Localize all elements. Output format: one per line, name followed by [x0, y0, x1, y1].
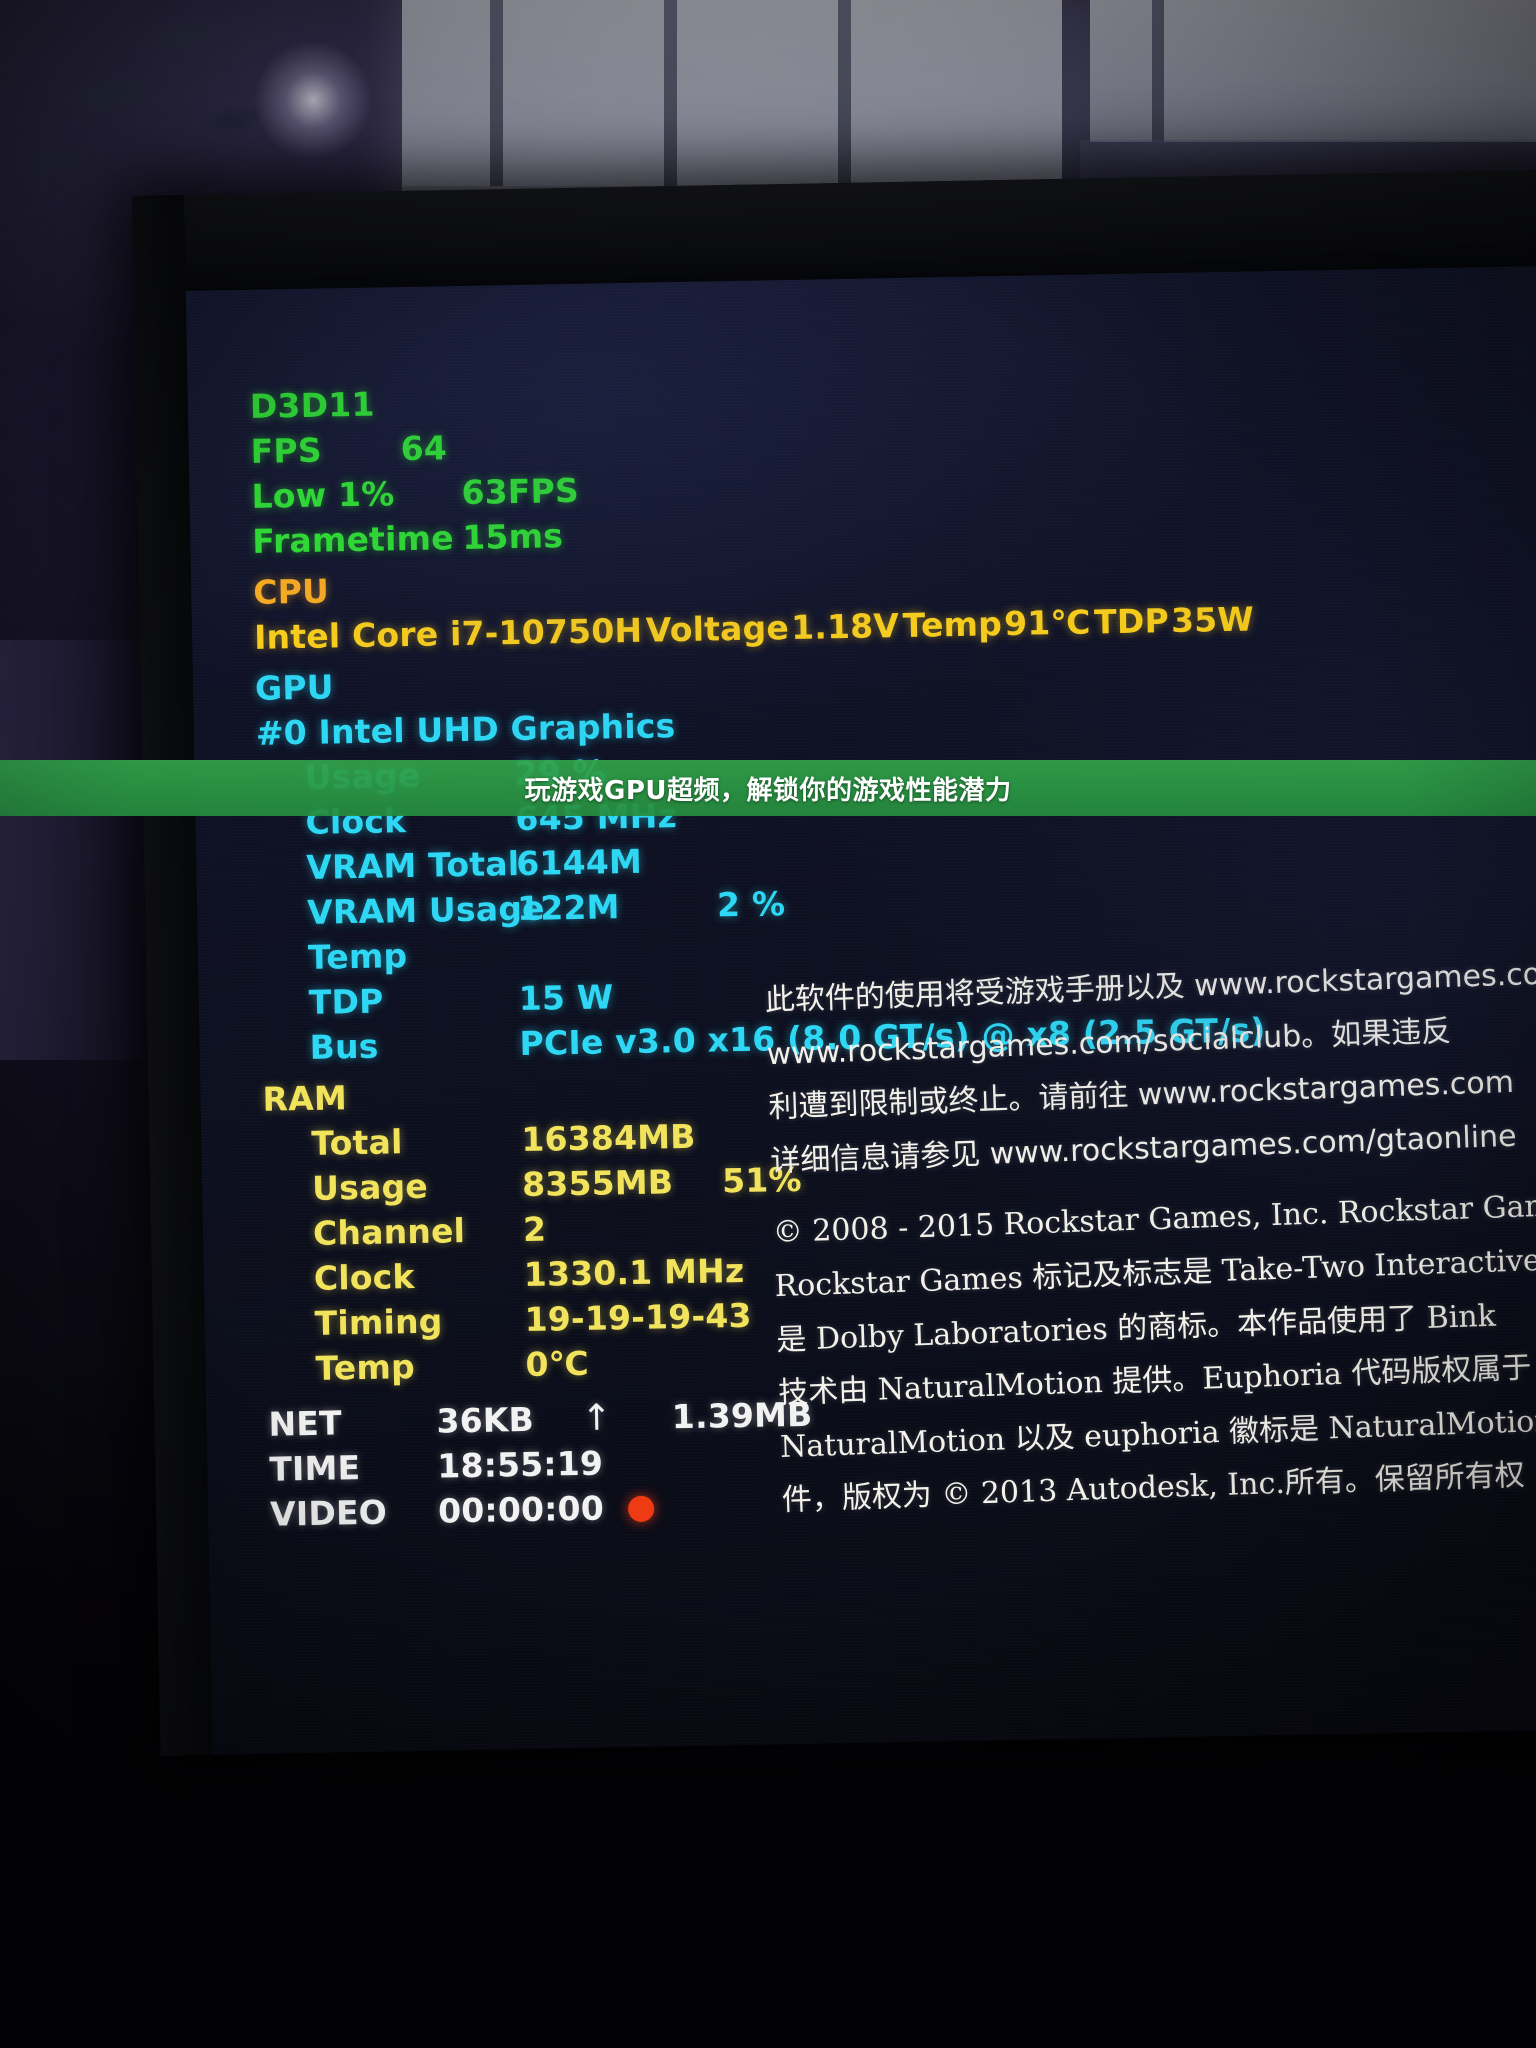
gpu-stat-value — [518, 961, 718, 965]
ram-stat-label: Usage — [311, 1166, 429, 1208]
cpu-name: Intel Core i7-10750H — [253, 610, 643, 657]
gpu-stat-value: PCIe v3.0 x16 (8.0 GT/s) @ x8 (2.5 GT/s) — [519, 1010, 1266, 1064]
window-mullion — [1152, 0, 1164, 142]
frametime-value: 15ms — [461, 516, 564, 558]
ram-stat-label: Channel — [312, 1211, 466, 1253]
game-legal-text: 此软件的使用将受游戏手册以及 www.rockstargames.com www.… — [764, 945, 1536, 1532]
ram-stat-label: Clock — [313, 1257, 415, 1298]
fps-value: 64 — [400, 428, 448, 469]
gpu-stat-row: VRAM Usage 122M 2 % — [259, 878, 1259, 932]
monitor-screen: D3D11 FPS 64 Low 1% 63FPS Frametime 15ms… — [185, 265, 1536, 1755]
ram-stat-value: 2 — [522, 1209, 547, 1250]
ram-stat-value: 16384MB — [520, 1116, 696, 1160]
time-label: TIME — [269, 1448, 361, 1490]
window-mullion — [838, 0, 851, 208]
caption-banner-text: 玩游戏GPU超频，解锁你的游戏性能潜力 — [524, 775, 1012, 806]
cpu-voltage-value: 1.18V — [790, 606, 900, 647]
gpu-stat-value: 15 W — [518, 977, 614, 1019]
low1-label: Low 1% — [251, 474, 395, 516]
video-value: 00:00:00 — [437, 1488, 605, 1531]
cpu-temp-value: 91℃ — [1003, 602, 1091, 644]
low1-value: 63FPS — [461, 470, 580, 513]
gpu-stat-label: Temp — [307, 936, 408, 977]
osd-cpu-header: CPU — [252, 571, 330, 612]
net-arrow-up-icon: ↑ — [581, 1397, 613, 1439]
frametime-label: Frametime — [251, 518, 455, 561]
ram-stat-value: 0℃ — [525, 1343, 590, 1384]
osd-low1-row: Low 1% 63FPS — [251, 462, 1251, 516]
cpu-voltage-label: Voltage — [645, 608, 790, 650]
osd-api-label: D3D11 — [249, 384, 375, 426]
gpu-stat-row: VRAM Total 6144M — [258, 833, 1258, 887]
window-mullion — [490, 0, 503, 208]
osd-cpu-detail-row: Intel Core i7-10750H Voltage 1.18V Temp … — [253, 599, 1255, 657]
osd-gpu-header: GPU — [254, 667, 335, 708]
gpu-stat-value: 6144M — [515, 841, 643, 884]
cpu-temp-label: Temp — [902, 604, 1003, 645]
ram-stat-label: Temp — [315, 1347, 416, 1388]
legal-block-1: 此软件的使用将受游戏手册以及 www.rockstargames.com www.… — [764, 945, 1536, 1185]
gpu-stat-value: 122M — [516, 887, 620, 929]
time-value: 18:55:19 — [436, 1443, 604, 1487]
video-label: VIDEO — [269, 1492, 388, 1535]
ram-stat-label: Timing — [314, 1301, 443, 1343]
gpu-stat-label: VRAM Usage — [306, 888, 546, 932]
screenshot-stage: D3D11 FPS 64 Low 1% 63FPS Frametime 15ms… — [0, 0, 1536, 2048]
ram-stat-label: Total — [311, 1122, 403, 1163]
net-label: NET — [268, 1403, 343, 1444]
window-right — [1090, 0, 1536, 142]
gpu-stat-extra: 2 % — [716, 884, 786, 925]
osd-fps-row: FPS 64 — [250, 417, 1250, 471]
ram-stat-value: 19-19-19-43 — [524, 1295, 752, 1339]
window-behind-monitor — [402, 0, 1062, 208]
monitor: D3D11 FPS 64 Low 1% 63FPS Frametime 15ms… — [132, 169, 1536, 1756]
cpu-tdp-value: 35W — [1170, 599, 1255, 641]
gpu-stat-label: TDP — [308, 981, 384, 1022]
net-down-value: 36KB — [436, 1399, 535, 1441]
osd-gpu-name: #0 Intel UHD Graphics — [255, 706, 676, 753]
legal-block-2: © 2008 - 2015 Rockstar Games, Inc. Rocks… — [772, 1177, 1536, 1524]
record-indicator-icon — [627, 1496, 655, 1523]
gpu-stat-label: Bus — [309, 1026, 379, 1067]
osd-frametime-row: Frametime 15ms — [251, 507, 1252, 561]
ram-stat-value: 1330.1 MHz — [523, 1250, 745, 1294]
window-mullion — [664, 0, 677, 208]
cpu-tdp-label: TDP — [1093, 601, 1170, 642]
gpu-stat-label: VRAM Total — [305, 844, 520, 887]
ram-stat-value: 8355MB — [521, 1162, 674, 1205]
fps-label: FPS — [250, 430, 323, 471]
